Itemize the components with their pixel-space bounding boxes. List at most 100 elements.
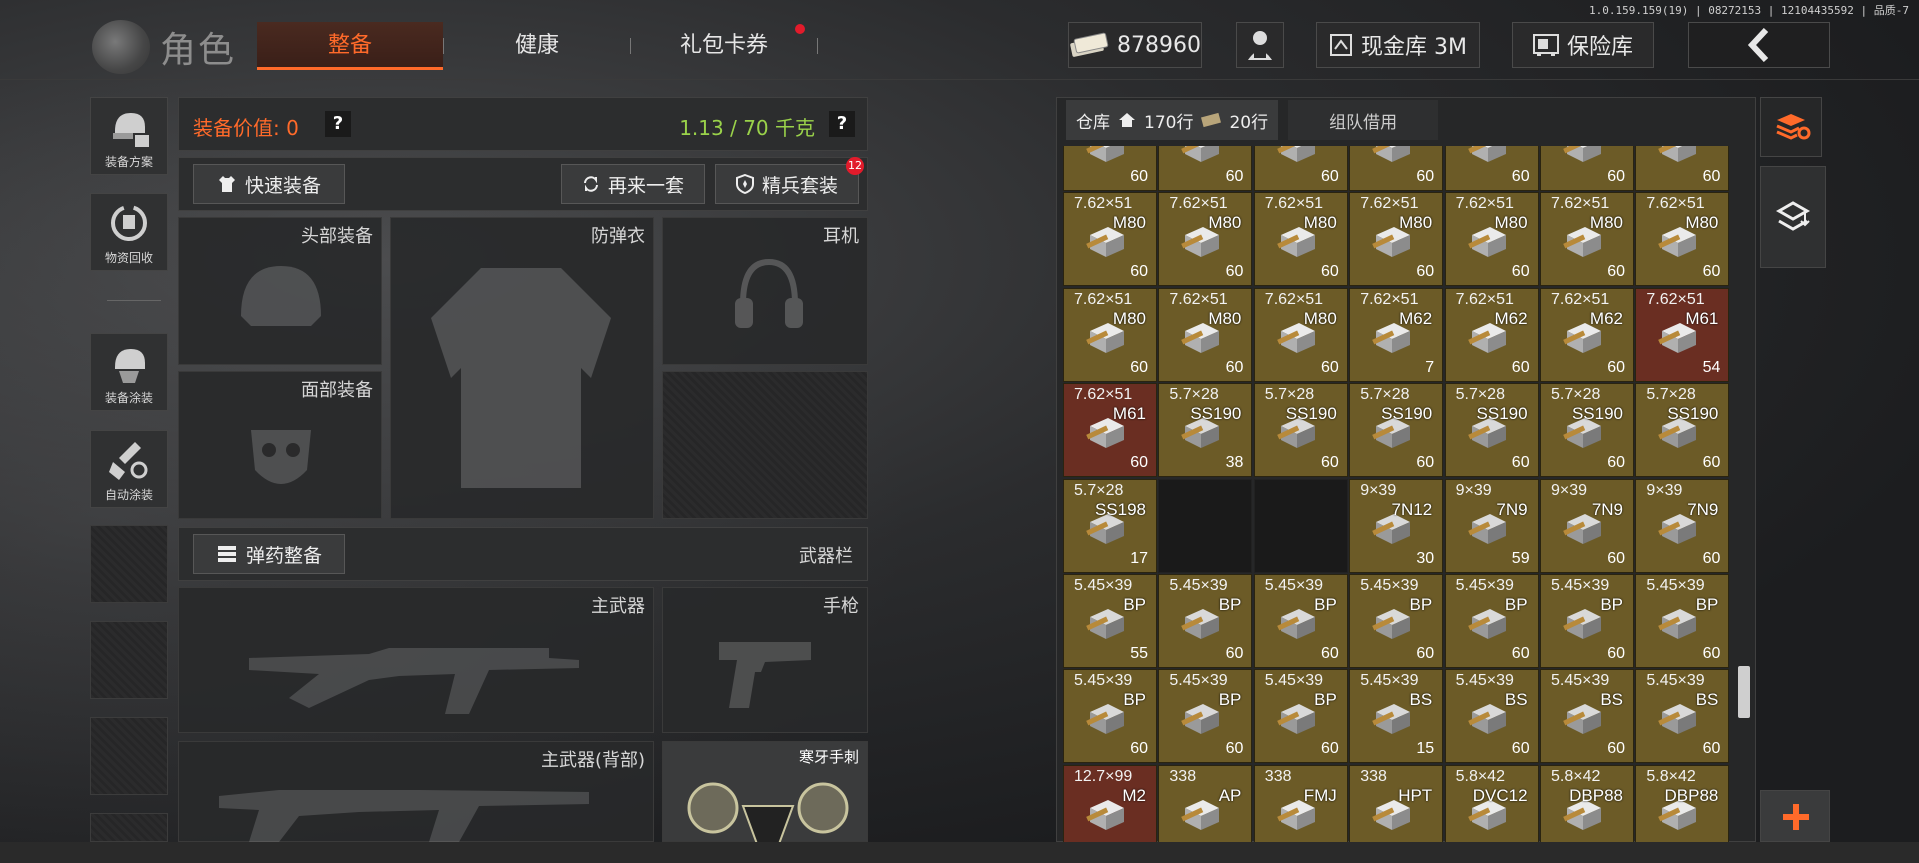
ammo-item[interactable]: 5.7×28 SS190 60 (1349, 383, 1444, 478)
safe-box-button[interactable]: 保险库 (1512, 22, 1654, 68)
slot-head[interactable]: 头部装备 (178, 217, 382, 365)
ammo-item[interactable]: 5.8×42 DVC12 (1444, 764, 1539, 842)
ammo-item[interactable]: 5.8×42 DBP88 (1635, 764, 1730, 842)
ammo-item[interactable]: 7.62×51M8060 (1540, 146, 1634, 191)
currency-display[interactable]: 878960 (1068, 22, 1202, 68)
elite-set-button[interactable]: 精兵套装 12 (715, 157, 864, 204)
ammo-item[interactable]: 5.45×39 BP 60 (1444, 574, 1539, 668)
slot-armor[interactable]: 防弹衣 (390, 217, 654, 519)
ammo-item[interactable]: 5.45×39 BP 55 (1063, 574, 1157, 668)
value-help-icon[interactable]: ? (325, 111, 351, 137)
ammo-item[interactable]: 7.62×51M8060 (1253, 192, 1348, 287)
ammo-item[interactable]: 7.62×51M8060 (1444, 146, 1539, 191)
slot-pistol[interactable]: 手枪 (662, 587, 868, 733)
ammo-item[interactable]: 5.7×28 SS190 60 (1635, 383, 1730, 478)
sidebar-item-auto-paint[interactable]: 自动涂装 (90, 430, 168, 508)
ammo-item[interactable]: 9×39 7N9 60 (1540, 478, 1634, 573)
ammo-item[interactable]: 7.62×51M8060 (1444, 192, 1539, 287)
ammo-item[interactable]: 7.62×51M8060 (1635, 146, 1730, 191)
ammo-item[interactable]: 7.62×51M8060 (1540, 192, 1634, 287)
ammo-item[interactable]: 5.7×28 SS190 60 (1444, 383, 1539, 478)
ammo-item[interactable]: 9×39 7N12 30 (1349, 478, 1444, 573)
rifle-icon (249, 648, 579, 714)
ammo-item[interactable]: 5.45×39 BP 60 (1253, 574, 1348, 668)
sidebar-item-recycle[interactable]: 物资回收 (90, 193, 168, 271)
sort-button[interactable] (1760, 97, 1822, 157)
ammo-item[interactable]: 7.62×51 M62 60 (1540, 287, 1634, 382)
warehouse-page-button[interactable] (1760, 166, 1826, 268)
ammo-item[interactable]: 5.45×39 BP 60 (1158, 669, 1253, 764)
safe-box-label: 保险库 (1566, 35, 1633, 60)
back-button[interactable] (1688, 22, 1830, 68)
ammo-item[interactable]: 7.62×51M8060 (1063, 146, 1157, 191)
ammo-item[interactable]: 338 HPT (1349, 764, 1444, 842)
ammo-item[interactable]: 7.62×51M8060 (1253, 287, 1348, 382)
weight-help-icon[interactable]: ? (829, 111, 855, 137)
ammo-item[interactable]: 5.7×28 SS190 60 (1540, 383, 1634, 478)
ammo-item[interactable]: 7.62×51M8060 (1349, 146, 1444, 191)
operator-button[interactable] (1236, 22, 1284, 68)
ammo-item[interactable]: 5.45×39 BS 15 (1349, 669, 1444, 764)
ammo-caliber: 5.8×42 (1551, 767, 1601, 785)
ammo-item[interactable]: 7.62×51M8060 (1349, 192, 1444, 287)
ammo-item[interactable]: 7.62×51M8060 (1063, 192, 1157, 287)
ammo-item[interactable]: 5.45×39 BS 60 (1540, 669, 1634, 764)
slot-primary-weapon[interactable]: 主武器 (178, 587, 654, 733)
ammo-item[interactable]: 7.62×51M8060 (1158, 192, 1253, 287)
ammo-item[interactable]: 338 FMJ (1253, 764, 1348, 842)
ammo-item[interactable]: 7.62×51 M62 7 (1349, 287, 1444, 382)
team-borrow-tab[interactable]: 组队借用 (1288, 100, 1439, 140)
ammo-item[interactable]: 5.45×39 BP 60 (1349, 574, 1444, 668)
ammo-count: 38 (1225, 454, 1244, 472)
back-chevron-icon (1747, 28, 1769, 62)
ammo-item[interactable]: 7.62×51 M61 54 (1635, 287, 1730, 382)
ammo-type: M80 (1494, 213, 1528, 233)
ammo-item[interactable]: 7.62×51M8060 (1158, 146, 1253, 191)
ammo-item[interactable]: 5.7×28 SS190 38 (1158, 383, 1253, 478)
ammo-item[interactable]: 5.45×39 BS 60 (1444, 669, 1539, 764)
warehouse-tab[interactable]: 仓库 170行 20行 (1066, 100, 1279, 140)
quick-equip-button[interactable]: 快速装备 (193, 164, 345, 204)
ammo-item[interactable]: 5.7×28 SS198 17 (1063, 478, 1157, 573)
ammo-item[interactable]: 5.45×39 BP 60 (1540, 574, 1634, 668)
ammo-item[interactable]: 5.8×42 DBP88 (1540, 764, 1634, 842)
sidebar-item-paint[interactable]: 装备涂装 (90, 333, 168, 411)
ammo-caliber: 338 (1360, 767, 1387, 785)
ammo-item[interactable]: 338 AP (1158, 764, 1253, 842)
ammo-caliber: 5.45×39 (1360, 577, 1419, 594)
warehouse-scrollbar[interactable] (1738, 666, 1750, 718)
ammo-item[interactable]: 5.45×39 BP 60 (1063, 669, 1157, 764)
ammo-item[interactable]: 5.45×39 BP 60 (1635, 574, 1730, 668)
ammo-item[interactable]: 7.62×51 M61 60 (1063, 383, 1157, 478)
ammo-item[interactable]: 7.62×51M8060 (1063, 287, 1157, 382)
ammo-item[interactable]: 9×39 7N9 60 (1635, 478, 1730, 573)
ammo-type: M80 (1303, 308, 1337, 328)
slot-earphone[interactable]: 耳机 (662, 217, 868, 365)
ammo-item[interactable]: 7.62×51M8060 (1158, 287, 1253, 382)
ammo-item[interactable]: 7.62×51 M62 60 (1444, 287, 1539, 382)
ammo-caliber: 5.8×42 (1455, 767, 1505, 785)
ammo-item[interactable]: 5.45×39 BS 60 (1635, 669, 1730, 764)
slot-melee[interactable]: 寒牙手刺 (662, 741, 868, 845)
ammo-item[interactable]: 7.62×51M8060 (1253, 146, 1348, 191)
face-mask-icon (251, 430, 311, 484)
tab-loadout[interactable]: 整备 (257, 22, 443, 70)
ammo-caliber: 5.45×39 (1455, 577, 1514, 594)
empty-grid-cell (1158, 478, 1253, 573)
ammo-item[interactable]: 5.45×39 BP 60 (1253, 669, 1348, 764)
tab-gift-coupons[interactable]: 礼包卡券 (631, 22, 817, 70)
sidebar-item-loadout-plan[interactable]: 装备方案 (90, 97, 168, 175)
ammo-item[interactable]: 7.62×51M8060 (1635, 192, 1730, 287)
slot-face[interactable]: 面部装备 (178, 371, 382, 519)
ammo-item[interactable]: 12.7×99 M2 (1063, 764, 1157, 842)
slot-primary-back[interactable]: 主武器(背部) (178, 741, 654, 842)
ammo-item[interactable]: 5.45×39 BP 60 (1158, 574, 1253, 668)
sidebar-empty-slot (90, 621, 168, 699)
ammo-item[interactable]: 9×39 7N9 59 (1444, 478, 1539, 573)
again-set-button[interactable]: 再来一套 (561, 164, 705, 204)
ammo-equip-button[interactable]: 弹药整备 (193, 534, 345, 574)
add-page-button[interactable] (1760, 790, 1830, 842)
ammo-item[interactable]: 5.7×28 SS190 60 (1253, 383, 1348, 478)
tab-health[interactable]: 健康 (444, 22, 630, 70)
cash-vault-button[interactable]: 现金库 3M (1316, 22, 1480, 68)
